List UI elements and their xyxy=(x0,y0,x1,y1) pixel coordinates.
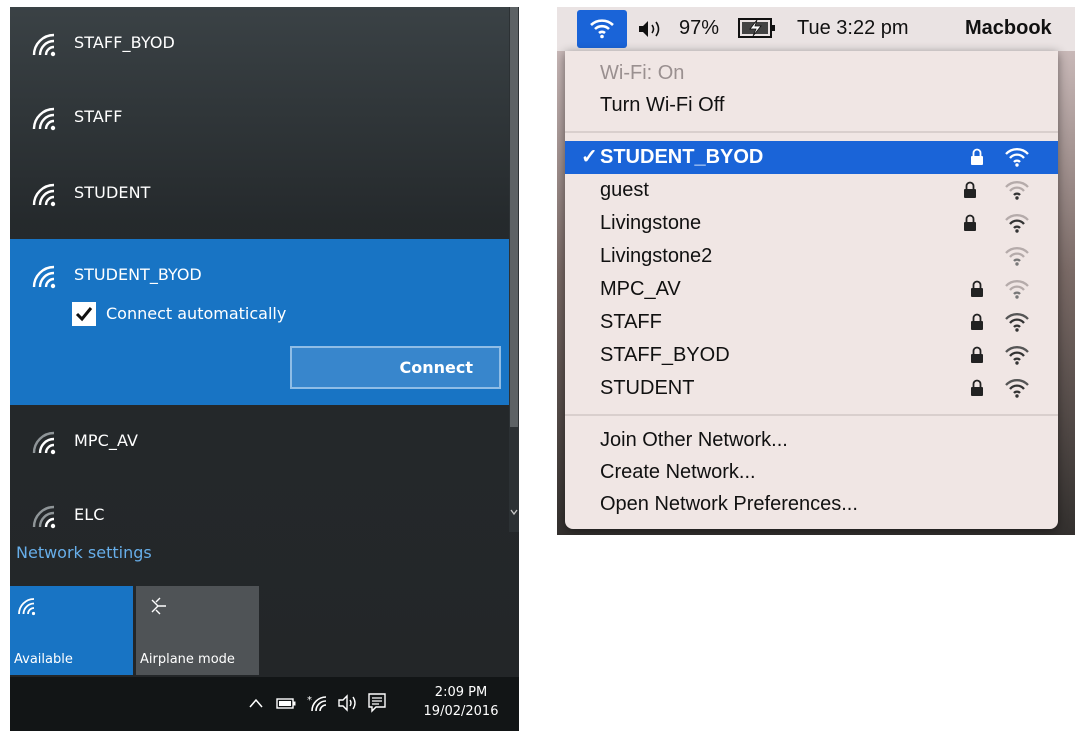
battery-icon[interactable] xyxy=(276,695,296,711)
wifi-status-label: Wi-Fi: On xyxy=(600,62,685,84)
win-selected-network-label: STUDENT_BYOD xyxy=(74,265,202,284)
quick-action-airplane-tile[interactable]: Airplane mode xyxy=(136,586,259,675)
mac-wifi-menu-screen: 97% Tue 3:22 pm Macbook Wi-Fi: On Turn W… xyxy=(557,7,1075,535)
win-network-item-staff-byod[interactable]: STAFF_BYOD xyxy=(10,7,510,81)
mac-network-item-student[interactable]: STUDENT xyxy=(565,372,1058,405)
menubar-user-name[interactable]: Macbook xyxy=(965,17,1052,40)
battery-percentage[interactable]: 97% xyxy=(679,17,719,40)
mac-network-item-livingstone[interactable]: Livingstone xyxy=(565,207,1058,240)
wifi-icon xyxy=(18,598,36,616)
checkmark-icon: ✓ xyxy=(581,146,598,168)
wifi-signal-icon xyxy=(1005,313,1029,332)
wifi-dropdown-menu: Wi-Fi: On Turn Wi-Fi Off ✓ STUDENT_BYOD … xyxy=(565,51,1058,529)
create-network-item[interactable]: Create Network... xyxy=(600,456,756,488)
win-network-label: STAFF xyxy=(74,107,123,126)
win-network-label: ELC xyxy=(74,505,105,524)
quick-action-wifi-tile[interactable]: Available xyxy=(10,586,133,675)
wifi-signal-icon xyxy=(1005,148,1029,167)
checkmark-icon xyxy=(75,307,93,322)
win-network-label: STAFF_BYOD xyxy=(74,33,175,52)
lock-icon xyxy=(971,379,983,396)
mac-network-label: guest xyxy=(600,179,649,201)
wifi-signal-icon xyxy=(1005,181,1029,200)
lock-icon xyxy=(971,313,983,330)
svg-text:*: * xyxy=(307,695,312,706)
wifi-signal-icon xyxy=(32,505,56,529)
lock-icon xyxy=(971,280,983,297)
wifi-signal-icon xyxy=(1005,214,1029,233)
wifi-signal-icon xyxy=(32,183,56,207)
volume-icon[interactable] xyxy=(336,693,360,713)
windows-network-flyout: STAFF_BYOD STAFF STUDENT STUDENT_BYOD Co… xyxy=(10,7,519,731)
scrollbar-thumb[interactable] xyxy=(510,7,518,427)
battery-charging-icon[interactable] xyxy=(737,17,779,39)
wifi-signal-icon xyxy=(1005,280,1029,299)
open-network-preferences-item[interactable]: Open Network Preferences... xyxy=(600,488,858,520)
menu-separator xyxy=(565,131,1058,133)
mac-network-label: STUDENT_BYOD xyxy=(600,146,764,168)
win-network-label: MPC_AV xyxy=(74,431,139,450)
mac-network-item-staff-byod[interactable]: STAFF_BYOD xyxy=(565,339,1058,372)
wifi-signal-icon xyxy=(32,33,56,57)
win-network-label: STUDENT xyxy=(74,183,151,202)
network-list-scrollbar[interactable] xyxy=(509,7,519,532)
wifi-signal-icon xyxy=(1005,247,1029,266)
mac-network-label: STAFF_BYOD xyxy=(600,344,730,366)
mac-network-item-staff[interactable]: STAFF xyxy=(565,306,1058,339)
lock-icon xyxy=(971,346,983,363)
wifi-signal-icon xyxy=(1005,346,1029,365)
quick-action-label: Airplane mode xyxy=(140,652,235,667)
mac-network-item-guest[interactable]: guest xyxy=(565,174,1058,207)
mac-menu-bar: 97% Tue 3:22 pm Macbook xyxy=(557,7,1075,51)
wifi-signal-icon xyxy=(1005,379,1029,398)
connect-button[interactable]: Connect xyxy=(290,346,501,389)
windows-taskbar: * 2:09 PM 19/02/2016 xyxy=(10,677,519,731)
turn-wifi-off-item[interactable]: Turn Wi-Fi Off xyxy=(600,89,724,121)
menu-separator xyxy=(565,414,1058,416)
volume-icon[interactable] xyxy=(637,19,673,39)
menubar-wifi-button[interactable] xyxy=(577,10,627,48)
lock-icon xyxy=(971,148,983,165)
mac-network-item-mpc-av[interactable]: MPC_AV xyxy=(565,273,1058,306)
mac-network-label: STUDENT xyxy=(600,377,695,399)
mac-network-label: Livingstone xyxy=(600,212,702,234)
taskbar-clock-date[interactable]: 19/02/2016 xyxy=(406,702,516,721)
network-settings-link[interactable]: Network settings xyxy=(16,543,152,562)
quick-action-label: Available xyxy=(14,652,73,667)
mac-network-item-student-byod[interactable]: ✓ STUDENT_BYOD xyxy=(565,141,1058,174)
join-other-network-item[interactable]: Join Other Network... xyxy=(600,424,788,456)
win-network-item-student[interactable]: STUDENT xyxy=(10,157,510,231)
mac-network-item-livingstone2[interactable]: Livingstone2 xyxy=(565,240,1058,273)
connect-automatically-checkbox[interactable] xyxy=(72,302,96,326)
action-center-icon[interactable] xyxy=(367,692,387,714)
scroll-down-icon[interactable] xyxy=(509,507,519,529)
mac-network-label: MPC_AV xyxy=(600,278,681,300)
wifi-signal-icon xyxy=(32,107,56,131)
wifi-icon xyxy=(590,19,614,39)
connect-automatically-label: Connect automatically xyxy=(106,304,287,323)
chevron-up-icon[interactable] xyxy=(248,697,264,709)
airplane-icon xyxy=(151,597,166,615)
mac-network-label: STAFF xyxy=(600,311,662,333)
taskbar-clock-time[interactable]: 2:09 PM xyxy=(406,683,516,702)
wifi-signal-icon xyxy=(32,265,56,289)
win-network-item-staff[interactable]: STAFF xyxy=(10,81,510,155)
win-network-item-elc[interactable]: ELC xyxy=(10,479,510,553)
mac-network-label: Livingstone2 xyxy=(600,245,713,267)
lock-icon xyxy=(964,181,976,198)
menubar-clock[interactable]: Tue 3:22 pm xyxy=(797,17,909,40)
wifi-icon[interactable]: * xyxy=(306,693,330,713)
wifi-signal-icon xyxy=(32,431,56,455)
win-network-item-mpc-av[interactable]: MPC_AV xyxy=(10,405,510,479)
lock-icon xyxy=(964,214,976,231)
